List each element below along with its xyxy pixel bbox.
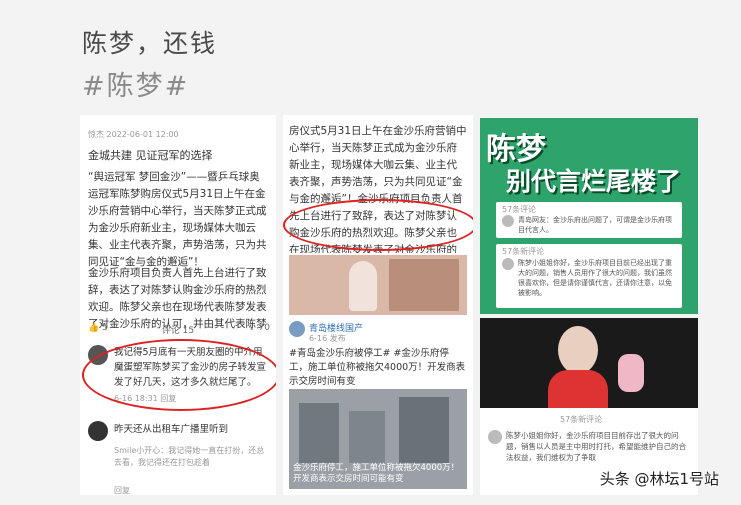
account-avatar[interactable] xyxy=(289,321,305,337)
comment-count: 57条评论 xyxy=(502,205,537,214)
share-button[interactable]: ⇪ 70 xyxy=(248,323,270,336)
avatar xyxy=(502,258,514,270)
page-title: 陈梦，还钱 xyxy=(82,29,218,58)
portrait-photo xyxy=(480,318,698,408)
comments-button[interactable]: 评论 15 xyxy=(162,323,194,336)
watermark: 头条 @林坛1号站 xyxy=(599,470,719,488)
avatar xyxy=(502,215,514,227)
protest-poster: 陈梦 别代言烂尾楼了 57条评论 青岛网友：金沙乐府出问题了，可谓是金沙乐府项目… xyxy=(480,118,698,314)
comment-count: 57条新评论 xyxy=(560,415,603,424)
middle-post-panel: 房仪式5月31日上午在金沙乐府营销中心举行，当天陈梦正式成为金沙乐府新业主，现场… xyxy=(283,115,473,495)
backdrop-panel xyxy=(389,259,459,311)
like-button[interactable]: 👍 5 xyxy=(88,323,108,336)
portrait-body xyxy=(548,370,608,408)
avatar xyxy=(488,430,502,444)
highlight-oval xyxy=(82,339,276,411)
left-post-panel: 惊杰 2022-06-01 12:00 金城共建 见证冠军的选择 “舆运冠军 梦… xyxy=(80,115,276,495)
building xyxy=(399,397,449,463)
comment-2-text: 昨天还从出租车广播里听到 xyxy=(114,424,229,435)
news-text: #青岛金沙乐府被停工# #金沙乐府停工，施工单位称被拖欠4000万！开发商表示交… xyxy=(289,348,466,387)
event-photo xyxy=(289,255,467,315)
poster-line-2: 别代言烂尾楼了 xyxy=(506,167,682,196)
portrait-face xyxy=(558,326,598,374)
post-meta: 惊杰 2022-06-01 12:00 xyxy=(88,130,179,139)
hashtag: #陈梦# xyxy=(82,71,190,102)
post-headline: 金城共建 见证冠军的选择 xyxy=(88,149,213,162)
highlight-oval xyxy=(283,199,473,251)
avatar[interactable] xyxy=(88,421,108,441)
thumb-up-icon: 👍 xyxy=(88,323,100,333)
bouquet xyxy=(618,354,644,392)
person-silhouette xyxy=(349,261,377,311)
comment-text: 青岛网友：金沙乐府出问题了，可谓是金沙乐府项目代言人。 xyxy=(518,216,672,234)
building xyxy=(349,411,385,463)
account-meta: 6-16 发布 xyxy=(309,334,346,343)
building xyxy=(299,403,339,463)
comment-3-meta: 回复 xyxy=(114,486,130,495)
news-caption: 金沙乐府停工，施工单位称被拖欠4000万！开发商表示交房时间可能有变 xyxy=(293,463,460,484)
post-actions: 👍 5 评论 15 ⇪ 70 xyxy=(88,323,270,336)
comment-3-text: Smile小开心：我记得她一直在打扮，还总去看，我记得还在打包趁着 xyxy=(114,446,265,467)
comment-card: 57条新评论 陈梦小姐姐你好，金沙乐府项目目前已经出现了重大的问题，销售人员用作… xyxy=(496,244,682,308)
share-icon: ⇪ xyxy=(248,323,256,333)
comment-text: 陈梦小姐姐你好，金沙乐府项目目前已经出现了重大的问题，销售人员用作了很大的问题，… xyxy=(518,259,672,297)
comment-count: 57条新评论 xyxy=(502,247,545,256)
construction-photo: 金沙乐府停工，施工单位称被拖欠4000万！开发商表示交房时间可能有变 xyxy=(289,389,467,489)
comment-card: 57条评论 青岛网友：金沙乐府出问题了，可谓是金沙乐府项目代言人。 xyxy=(496,202,682,238)
